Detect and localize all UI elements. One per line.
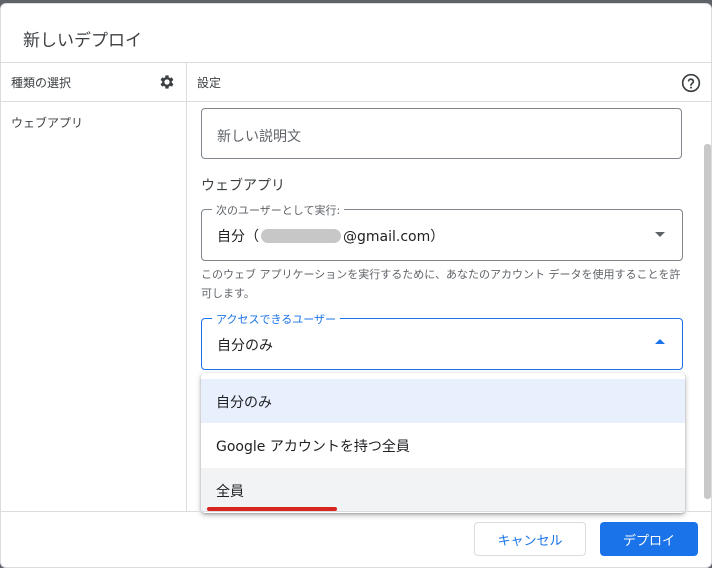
dropdown-arrow-icon — [655, 232, 665, 237]
access-option-label: Google アカウントを持つ全員 — [216, 439, 410, 455]
type-select-header: 種類の選択 — [11, 76, 72, 90]
access-option-anyone[interactable]: 全員 — [201, 468, 685, 512]
panel-divider — [186, 62, 187, 512]
redacted-email — [261, 229, 341, 243]
webapp-section-label: ウェブアプリ — [201, 178, 285, 194]
description-placeholder: 新しい説明文 — [217, 129, 301, 145]
cancel-button[interactable]: キャンセル — [474, 522, 586, 556]
footer-divider — [1, 511, 711, 512]
execute-as-value-suffix: @gmail.com） — [343, 229, 445, 245]
access-label: アクセスできるユーザー — [212, 311, 341, 327]
header-divider — [1, 101, 711, 102]
execute-as-value-prefix: 自分（ — [217, 229, 259, 245]
dialog-title: 新しいデプロイ — [23, 31, 142, 51]
deploy-dialog: 新しいデプロイ 種類の選択 ウェブアプリ 設定 新しい説明文 ウェブアプリ 次の… — [0, 3, 712, 568]
access-option-label: 自分のみ — [216, 395, 272, 411]
type-item-webapp[interactable]: ウェブアプリ — [11, 114, 83, 131]
access-options-menu: 自分のみ Google アカウントを持つ全員 全員 — [201, 373, 685, 513]
access-select[interactable]: アクセスできるユーザー 自分のみ — [201, 311, 683, 370]
access-value: 自分のみ — [217, 338, 273, 354]
dropdown-arrow-up-icon — [655, 339, 665, 344]
execute-as-select[interactable]: 次のユーザーとして実行: 自分（ @gmail.com） — [201, 202, 683, 261]
scrollbar-thumb[interactable] — [704, 144, 711, 499]
deploy-button[interactable]: デプロイ — [600, 522, 698, 556]
access-option-google-account[interactable]: Google アカウントを持つ全員 — [201, 423, 685, 467]
execute-as-label: 次のユーザーとして実行: — [212, 202, 345, 218]
title-divider — [1, 62, 711, 63]
execute-as-value: 自分（ @gmail.com） — [217, 226, 444, 246]
authorization-help-text: このウェブ アプリケーションを実行するために、あなたのアカウント データを使用す… — [201, 268, 681, 300]
access-option-only-me[interactable]: 自分のみ — [201, 379, 685, 423]
access-option-label: 全員 — [216, 484, 244, 500]
settings-header: 設定 — [197, 76, 222, 90]
description-input[interactable]: 新しい説明文 — [201, 108, 682, 159]
help-circle-icon[interactable] — [681, 73, 701, 93]
gear-icon[interactable] — [158, 73, 176, 91]
